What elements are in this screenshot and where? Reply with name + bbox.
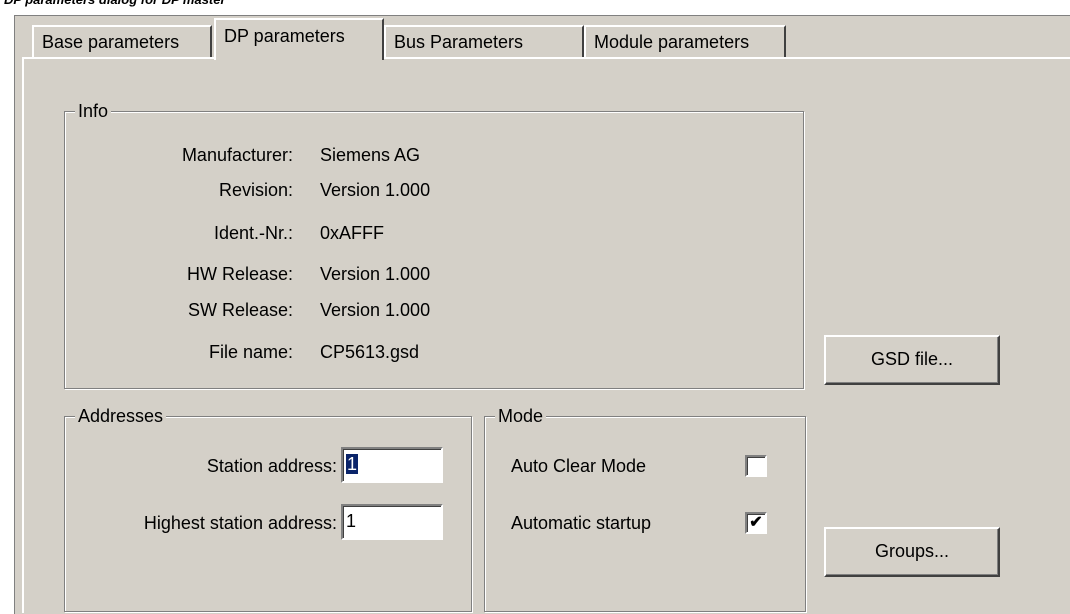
automatic-startup-checkbox[interactable]: ✔ (745, 512, 767, 534)
tab-bus-parameters[interactable]: Bus Parameters (384, 25, 584, 57)
sw-release-value: Version 1.000 (320, 300, 431, 320)
file-name-label: File name: (208, 342, 293, 362)
addresses-group: Addresses Station address: 1 Highest sta… (64, 405, 472, 612)
tab-base-parameters[interactable]: Base parameters (32, 25, 212, 57)
highest-station-address-input[interactable]: 1 (341, 504, 443, 540)
manufacturer-value: Siemens AG (320, 145, 421, 165)
auto-clear-mode-label: Auto Clear Mode (511, 456, 647, 476)
highest-station-address-value: 1 (346, 511, 357, 531)
info-group: Info Manufacturer: Siemens AG Revision: … (64, 100, 804, 389)
auto-clear-mode-checkbox[interactable] (745, 455, 767, 477)
groups-button[interactable]: Groups... (824, 527, 1000, 577)
hw-release-label: HW Release: (186, 264, 293, 284)
station-address-input[interactable]: 1 (341, 447, 443, 483)
revision-label: Revision: (218, 180, 293, 200)
hw-release-value: Version 1.000 (320, 264, 431, 284)
sw-release-label: SW Release: (187, 300, 293, 320)
automatic-startup-label: Automatic startup (511, 513, 652, 533)
ident-nr-label: Ident.-Nr.: (213, 223, 293, 243)
addresses-group-legend: Addresses (75, 405, 167, 427)
figure-caption: DP parameters dialog for DP master (4, 0, 226, 8)
info-group-legend: Info (75, 100, 112, 122)
tab-dp-parameters[interactable]: DP parameters (214, 18, 384, 60)
automatic-startup-check-icon: ✔ (749, 514, 763, 531)
ident-nr-value: 0xAFFF (320, 223, 385, 243)
station-address-value: 1 (346, 454, 359, 474)
gsd-file-button[interactable]: GSD file... (824, 335, 1000, 385)
mode-group-legend: Mode (495, 405, 547, 427)
file-name-value: CP5613.gsd (320, 342, 420, 362)
tab-panel: Info Manufacturer: Siemens AG Revision: … (22, 57, 1070, 613)
mode-group: Mode Auto Clear Mode Automatic startup ✔ (484, 405, 806, 612)
manufacturer-label: Manufacturer: (181, 145, 293, 165)
highest-station-address-label: Highest station address: (143, 513, 337, 533)
station-address-label: Station address: (206, 456, 337, 476)
revision-value: Version 1.000 (320, 180, 431, 200)
tab-module-parameters[interactable]: Module parameters (584, 25, 786, 57)
